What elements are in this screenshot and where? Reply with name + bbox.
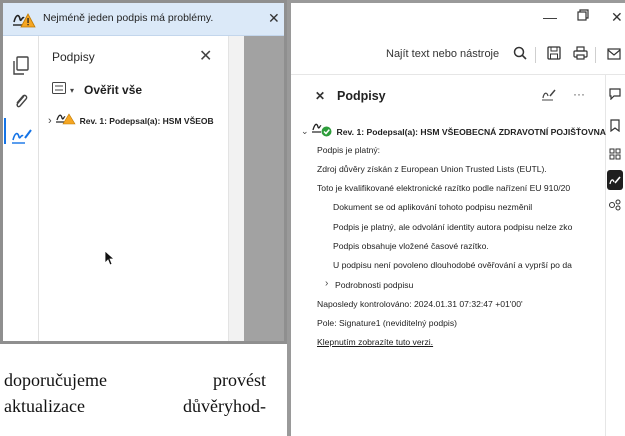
- view-version-link[interactable]: Klepnutím zobrazíte tuto verzi.: [317, 337, 433, 347]
- close-icon[interactable]: ✕: [268, 10, 280, 27]
- right-acrobat-pane: — ✕ Najít text nebo nástroje ✕ Podpisy ·…: [287, 0, 625, 436]
- detail-qualified-seal: Toto je kvalifikované elektronické razít…: [317, 183, 571, 193]
- window-titlebar: — ✕: [291, 3, 625, 35]
- revision-row[interactable]: › Rev. 1: Podepsal(a): HSM VŠEOB: [48, 111, 214, 130]
- article-line-2: aktualizace důvěryhod-: [4, 396, 266, 416]
- panel-title: Podpisy: [337, 89, 386, 103]
- list-icon: [52, 81, 66, 99]
- pen-icon: [609, 174, 621, 192]
- signatures-panel: Podpisy ✕ ▾ Ověřit vše › Rev. 1: Podepsa…: [40, 36, 228, 341]
- verify-all-button[interactable]: ▾ Ověřit vše: [52, 80, 142, 100]
- share-icon[interactable]: [608, 198, 622, 216]
- signature-warning-icon: [12, 10, 36, 33]
- signature-tool-active[interactable]: [607, 170, 623, 190]
- detail-timestamp: Podpis obsahuje vložené časové razítko.: [333, 241, 489, 251]
- email-icon[interactable]: [607, 47, 621, 65]
- print-icon[interactable]: [573, 46, 588, 65]
- detail-ltv: U podpisu není povoleno dlouhodobé ověřo…: [333, 260, 572, 270]
- detail-trust-source: Zdroj důvěry získán z European Union Tru…: [317, 164, 547, 174]
- revision-label: Rev. 1: Podepsal(a): HSM VŠEOB: [79, 115, 214, 126]
- maximize-icon[interactable]: [577, 8, 589, 24]
- more-icon[interactable]: ···: [573, 87, 585, 101]
- detail-unchanged: Dokument se od aplikování tohoto podpisu…: [333, 202, 533, 212]
- revision-label: Rev. 1: Podepsal(a): HSM VŠEOBECNÁ ZDRAV…: [336, 126, 607, 137]
- toolbar-divider: [595, 47, 596, 63]
- signature-valid-icon: [311, 120, 334, 143]
- close-icon[interactable]: ✕: [199, 46, 212, 66]
- close-window-icon[interactable]: ✕: [611, 9, 623, 26]
- article-line-1: doporučujeme provést: [4, 370, 266, 390]
- pages-icon[interactable]: [12, 56, 30, 81]
- article-text: doporučujeme provést aktualizace důvěryh…: [4, 367, 266, 419]
- revision-row[interactable]: ⌄ Rev. 1: Podepsal(a): HSM VŠEOBECNÁ ZDR…: [301, 120, 606, 143]
- signature-details-toggle[interactable]: Podrobnosti podpisu: [335, 280, 413, 290]
- panel-title: Podpisy: [52, 50, 95, 64]
- mouse-cursor-icon: [104, 250, 116, 271]
- signature-pen-icon[interactable]: [11, 126, 33, 151]
- verify-all-label: Ověřit vše: [84, 83, 143, 97]
- active-tool-indicator: [4, 118, 6, 144]
- grid-icon[interactable]: [609, 147, 621, 165]
- banner-text: Nejméně jeden podpis má problémy.: [43, 12, 214, 24]
- signature-warning-icon: [55, 111, 76, 130]
- signature-edit-icon[interactable]: [541, 88, 557, 107]
- search-icon[interactable]: [513, 46, 527, 65]
- top-toolbar: Najít text nebo nástroje: [291, 35, 625, 75]
- left-tool-rail: [3, 36, 39, 341]
- detail-field: Pole: Signature1 (neviditelný podpis): [317, 318, 457, 328]
- minimize-icon[interactable]: —: [543, 9, 557, 25]
- signature-warning-banner: Nejméně jeden podpis má problémy. ✕: [3, 3, 284, 36]
- detail-last-checked: Naposledy kontrolováno: 2024.01.31 07:32…: [317, 299, 523, 309]
- chevron-down-icon[interactable]: ⌄: [301, 126, 309, 137]
- left-acrobat-pane: Nejméně jeden podpis má problémy. ✕ Podp…: [0, 0, 287, 436]
- chevron-right-icon[interactable]: ›: [325, 278, 328, 289]
- bookmark-icon[interactable]: [610, 119, 620, 137]
- detail-revocation: Podpis je platný, ale odvolání identity …: [333, 222, 573, 232]
- save-icon[interactable]: [547, 46, 561, 65]
- attachment-icon[interactable]: [12, 91, 30, 116]
- find-text-field[interactable]: Najít text nebo nástroje: [386, 48, 499, 60]
- close-icon[interactable]: ✕: [315, 89, 325, 103]
- right-tool-rail: [605, 75, 625, 436]
- panel-splitter[interactable]: [228, 36, 244, 341]
- toolbar-divider: [535, 47, 536, 63]
- chevron-right-icon[interactable]: ›: [48, 115, 52, 127]
- detail-valid: Podpis je platný:: [317, 145, 381, 155]
- chevron-down-icon[interactable]: ▾: [70, 86, 74, 95]
- comment-icon[interactable]: [609, 87, 621, 105]
- document-view: [244, 36, 284, 341]
